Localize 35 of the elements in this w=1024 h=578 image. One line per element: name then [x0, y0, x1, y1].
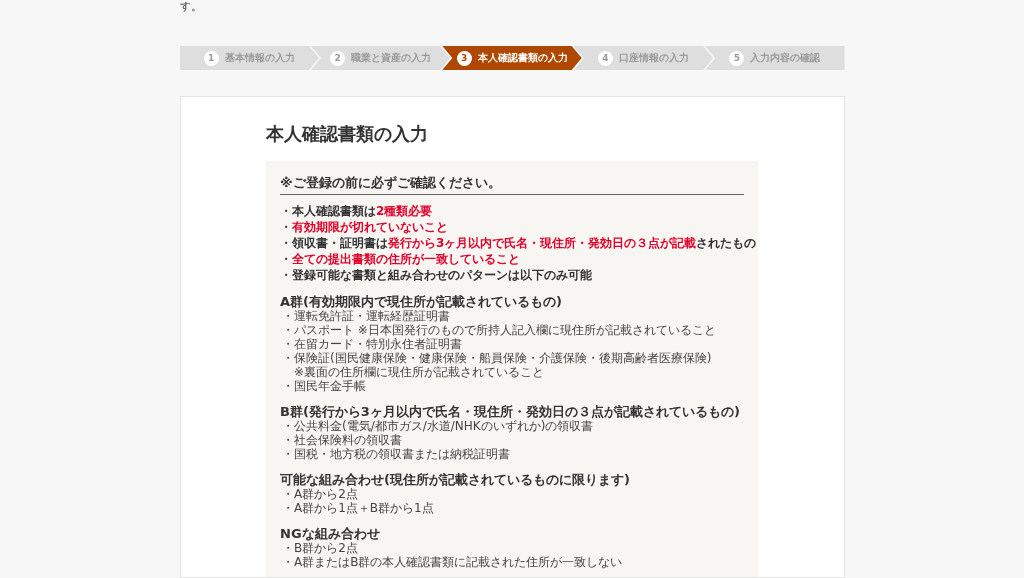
document-item: ・保険証(国民健康保険・健康保険・船員保険・介護保険・後期高齢者医療保険) — [282, 351, 712, 365]
document-item: ・国税・地方税の領収書または納税証明書 — [282, 447, 510, 461]
document-item: ・パスポート ※日本国発行のもので所持人記入欄に現住所が記載されていること — [282, 323, 716, 337]
notice-point: ・全ての提出書類の住所が一致していること — [280, 251, 520, 267]
item-note: ※裏面の住所欄に現住所が記載されていること — [293, 365, 545, 379]
document-item: ・A群から2点 — [282, 487, 358, 501]
document-item: ・A群から1点＋B群から1点 — [282, 501, 434, 515]
document-item: ・社会保険料の領収書 — [282, 433, 402, 447]
step-number: 4 — [597, 50, 613, 66]
notice-heading: ※ご登録の前に必ずご確認ください。 — [280, 175, 744, 195]
notice-point: ・有効期限が切れていないこと — [280, 219, 448, 235]
document-item: ・A群またはB群の本人確認書類に記載された住所が一致しない — [282, 555, 623, 569]
step-number: 1 — [203, 50, 219, 66]
step-number: 5 — [729, 50, 745, 66]
notice-point: ・本人確認書類は2種類必要 — [280, 203, 433, 219]
step-number: 2 — [330, 50, 346, 66]
notice-point: ・登録可能な書類と組み合わせのパターンは以下のみ可能 — [280, 267, 592, 283]
step-label: 入力内容の確認 — [750, 53, 821, 63]
group-heading: B群(発行から3ヶ月以内で氏名・現住所・発効日の３点が記載されているもの) — [280, 404, 740, 419]
step-number: 3 — [456, 50, 472, 66]
notice-point: ・領収書・証明書は発行から3ヶ月以内で氏名・現住所・発効日の３点が記載されたもの — [280, 235, 757, 251]
group-heading: 可能な組み合わせ(現住所が記載されているものに限ります) — [280, 472, 630, 487]
document-item: ・在留カード・特別永住者証明書 — [282, 337, 462, 351]
step-label: 口座情報の入力 — [618, 53, 689, 63]
document-item: ・国民年金手帳 — [282, 379, 366, 393]
document-item: ・B群から2点 — [282, 541, 358, 555]
document-item: ・公共料金(電気/都市ガス/水道/NHKのいずれか)の領収書 — [282, 419, 594, 433]
group-heading: NGな組み合わせ — [280, 526, 380, 541]
step-label: 職業と資産の入力 — [351, 53, 432, 63]
intro-text: す。 — [179, 0, 202, 14]
step-label: 本人確認書類の入力 — [477, 53, 568, 63]
group-heading: A群(有効期限内で現住所が記載されているもの) — [280, 294, 562, 309]
page-title: 本人確認書類の入力 — [266, 125, 428, 143]
step-label: 基本情報の入力 — [224, 53, 295, 63]
document-item: ・運転免許証・運転経歴証明書 — [282, 309, 450, 323]
